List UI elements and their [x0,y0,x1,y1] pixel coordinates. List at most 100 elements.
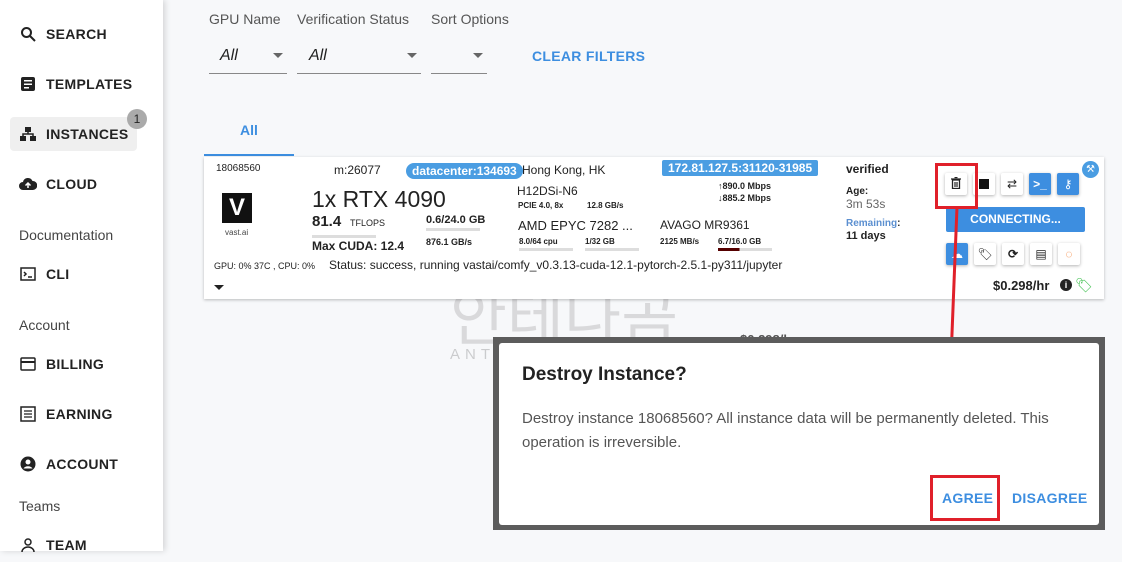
credit-card-icon [19,355,37,373]
verification-status-select[interactable]: All [297,38,421,74]
chevron-down-icon [407,53,417,58]
highlight-delete-box [935,163,978,209]
wrench-icon[interactable]: ⚒ [1082,161,1099,178]
sidebar-item-cli[interactable]: CLI [10,257,137,291]
sort-options-label: Sort Options [431,11,509,27]
remaining-value: 11 days [846,230,886,242]
sidebar: SEARCH TEMPLATES INSTANCES 1 CLOUD Docum… [0,0,163,553]
vram-bar [426,228,480,231]
sidebar-item-search[interactable]: SEARCH [10,17,137,51]
verification-status-value: All [309,46,327,64]
file-icon: ▤ [1035,247,1047,261]
cpu-usage: 8.0/64 cpu [519,237,558,246]
info-icon[interactable]: i [1060,279,1072,291]
price: $0.298/hr [993,278,1050,293]
sidebar-item-label: TEMPLATES [46,76,133,92]
tflops-bar [312,235,376,238]
vram-bandwidth: 876.1 GB/s [426,237,473,247]
sidebar-item-account[interactable]: ACCOUNT [10,447,137,481]
label-button[interactable]: 🏷 [974,243,996,265]
gpu-name-select[interactable]: All [209,38,287,74]
disk-usage: 6.7/16.0 GB [718,237,762,246]
person-icon [19,536,37,554]
sidebar-item-label: ACCOUNT [46,456,119,472]
sidebar-item-label: BILLING [46,356,105,372]
destroy-instance-dialog: Destroy Instance? Destroy instance 18068… [499,343,1099,525]
tflops-value: 81.4 [312,213,342,230]
transfer-button[interactable]: ⇄ [1001,173,1023,195]
machine-id: m:26077 [334,163,381,177]
status-text: Status: success, running vastai/comfy_v0… [329,258,783,272]
chevron-down-icon [273,53,283,58]
key-icon: ⚷ [1063,177,1073,191]
location: Hong Kong, HK [522,163,606,177]
section-documentation: Documentation [19,227,114,243]
download-speed: ↓885.2 Mbps [718,193,772,203]
upload-speed: ↑890.0 Mbps [718,181,772,191]
sidebar-item-label: CLI [46,266,70,282]
jupyter-button[interactable]: ◌ [1058,243,1080,265]
logs-button[interactable]: ▤ [1030,243,1052,265]
sidebar-item-label: SEARCH [46,26,107,42]
section-teams: Teams [19,498,61,514]
terminal-icon: >_ [1033,177,1047,191]
chevron-down-icon [473,53,483,58]
expand-icon[interactable] [214,285,224,290]
ram-usage: 1/32 GB [585,237,615,246]
pcie-info: PCIE 4.0, 8x [518,201,564,210]
age-label: Age: [846,186,869,197]
remaining-label-text: Remaining [846,218,898,229]
datacenter-badge: datacenter:134693 [406,163,523,179]
vram-usage: 0.6/24.0 GB [426,214,486,226]
verification-status-label: Verification Status [297,11,410,27]
stop-icon [979,179,989,189]
template-icon [19,75,37,93]
section-account: Account [19,317,70,333]
sidebar-item-instances[interactable]: INSTANCES [10,117,137,151]
cpu-bar [519,248,573,251]
sidebar-item-label: INSTANCES [46,126,129,142]
tag-icon: 🏷 [977,247,993,261]
cloud-upload-icon [19,175,37,193]
age-value: 3m 53s [846,197,886,211]
ram-bar [585,248,639,251]
ip-address-badge[interactable]: 172.81.127.5:31120-31985 [662,160,819,176]
sidebar-item-cloud[interactable]: CLOUD [10,167,137,201]
swap-icon: ⇄ [1006,177,1018,191]
sidebar-item-billing[interactable]: BILLING [10,347,137,381]
pcie-bandwidth: 12.8 GB/s [587,201,624,210]
dialog-title: Destroy Instance? [522,364,687,385]
list-icon [19,405,37,423]
sidebar-item-label: CLOUD [46,176,98,192]
gpu-cpu-stats: GPU: 0% 37C , CPU: 0% [214,261,316,271]
verified-status: verified [846,162,889,176]
refresh-icon: ⟳ [1007,247,1019,261]
sort-options-select[interactable] [431,38,487,74]
disk-bandwidth: 2125 MB/s [660,237,700,246]
clear-filters-button[interactable]: CLEAR FILTERS [532,48,645,64]
search-icon [19,25,37,43]
highlight-agree-box [930,475,1000,521]
vast-logo: V [222,193,252,223]
terminal-button[interactable]: >_ [1029,173,1051,195]
instances-count-badge: 1 [127,109,147,129]
ssh-key-button[interactable]: ⚷ [1057,173,1079,195]
motherboard: H12DSi-N6 [517,184,578,198]
account-circle-icon [19,455,37,473]
disk-bar [718,248,772,251]
sidebar-item-team[interactable]: TEAM [10,528,137,562]
disagree-button[interactable]: DISAGREE [1012,490,1088,506]
dialog-message: Destroy instance 18068560? All instance … [522,410,1049,451]
gpu-model: 1x RTX 4090 [312,186,446,212]
price-tag-icon: 🏷 [1075,277,1093,293]
sidebar-item-earning[interactable]: EARNING [10,397,137,431]
sidebar-item-label: EARNING [46,406,113,422]
disk-model: AVAGO MR9361 [660,218,750,232]
max-cuda: Max CUDA: 12.4 [312,239,405,253]
gpu-name-label: GPU Name [209,11,281,27]
reboot-button[interactable]: ⟳ [1002,243,1024,265]
remaining-label: Remaining: [846,218,901,229]
sidebar-item-templates[interactable]: TEMPLATES [10,67,137,101]
tab-all[interactable]: All [204,122,294,156]
logo-caption: vast.ai [225,228,249,237]
